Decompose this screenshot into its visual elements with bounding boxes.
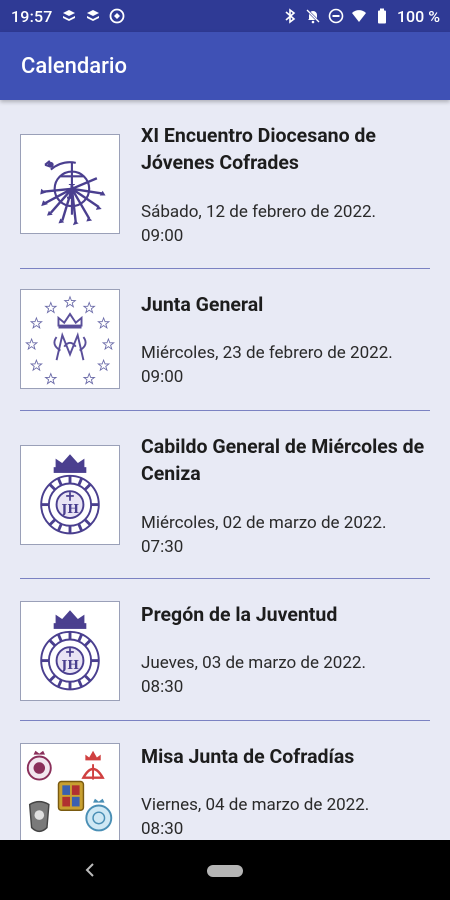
svg-text:J: J [66,182,75,200]
event-image: J [20,134,120,234]
app-notification-icon [61,8,77,24]
event-date: Viernes, 04 de marzo de 2022. 08:30 [141,795,370,839]
event-image [20,743,120,840]
divider [20,578,430,579]
cross-arrows-emblem-icon: J [40,160,106,226]
event-image: JH [20,601,120,701]
bluetooth-icon [282,8,298,24]
status-bar: 19:57 100 % [0,0,450,32]
event-date: Miércoles, 23 de febrero de 2022. 09:00 [141,343,393,387]
svg-text:JH: JH [60,501,79,516]
notifications-off-icon [305,8,321,24]
wifi-icon [351,8,367,24]
event-title: Pregón de la Juventud [141,603,338,626]
do-not-disturb-icon [328,8,344,24]
divider [20,268,430,269]
crowned-jhs-medallion-icon: JH [40,610,100,691]
app-notification-icon [85,8,101,24]
battery-percentage: 100 % [396,6,440,26]
event-list[interactable]: J XI Encuentro Diocesano de Jóvenes Cofr… [0,100,450,840]
home-pill-button[interactable] [207,865,243,877]
crowned-marian-monogram-icon [25,295,115,385]
data-saver-icon [109,8,125,24]
event-image [20,289,120,389]
event-title: Cabildo General de Miércoles de Ceniza [141,435,425,485]
event-title: Misa Junta de Cofradías [141,745,355,768]
svg-text:JH: JH [60,657,79,672]
system-navigation-bar [0,840,450,900]
event-title: XI Encuentro Diocesano de Jóvenes Cofrad… [141,124,376,174]
back-icon[interactable] [80,858,100,882]
event-date: Sábado, 12 de febrero de 2022. 09:00 [141,202,377,246]
crowned-jhs-medallion-icon: JH [40,454,100,535]
page-title: Calendario [21,53,127,79]
battery-icon [374,8,390,24]
app-bar: Calendario [0,32,450,100]
brotherhood-shields-collage-icon [26,750,113,833]
divider [20,410,430,411]
status-time: 19:57 [11,6,53,26]
event-date: Jueves, 03 de marzo de 2022. 08:30 [141,653,366,697]
event-date: Miércoles, 02 de marzo de 2022. 07:30 [141,513,387,557]
event-image: JH [20,445,120,545]
event-title: Junta General [141,293,264,316]
divider [20,720,430,721]
